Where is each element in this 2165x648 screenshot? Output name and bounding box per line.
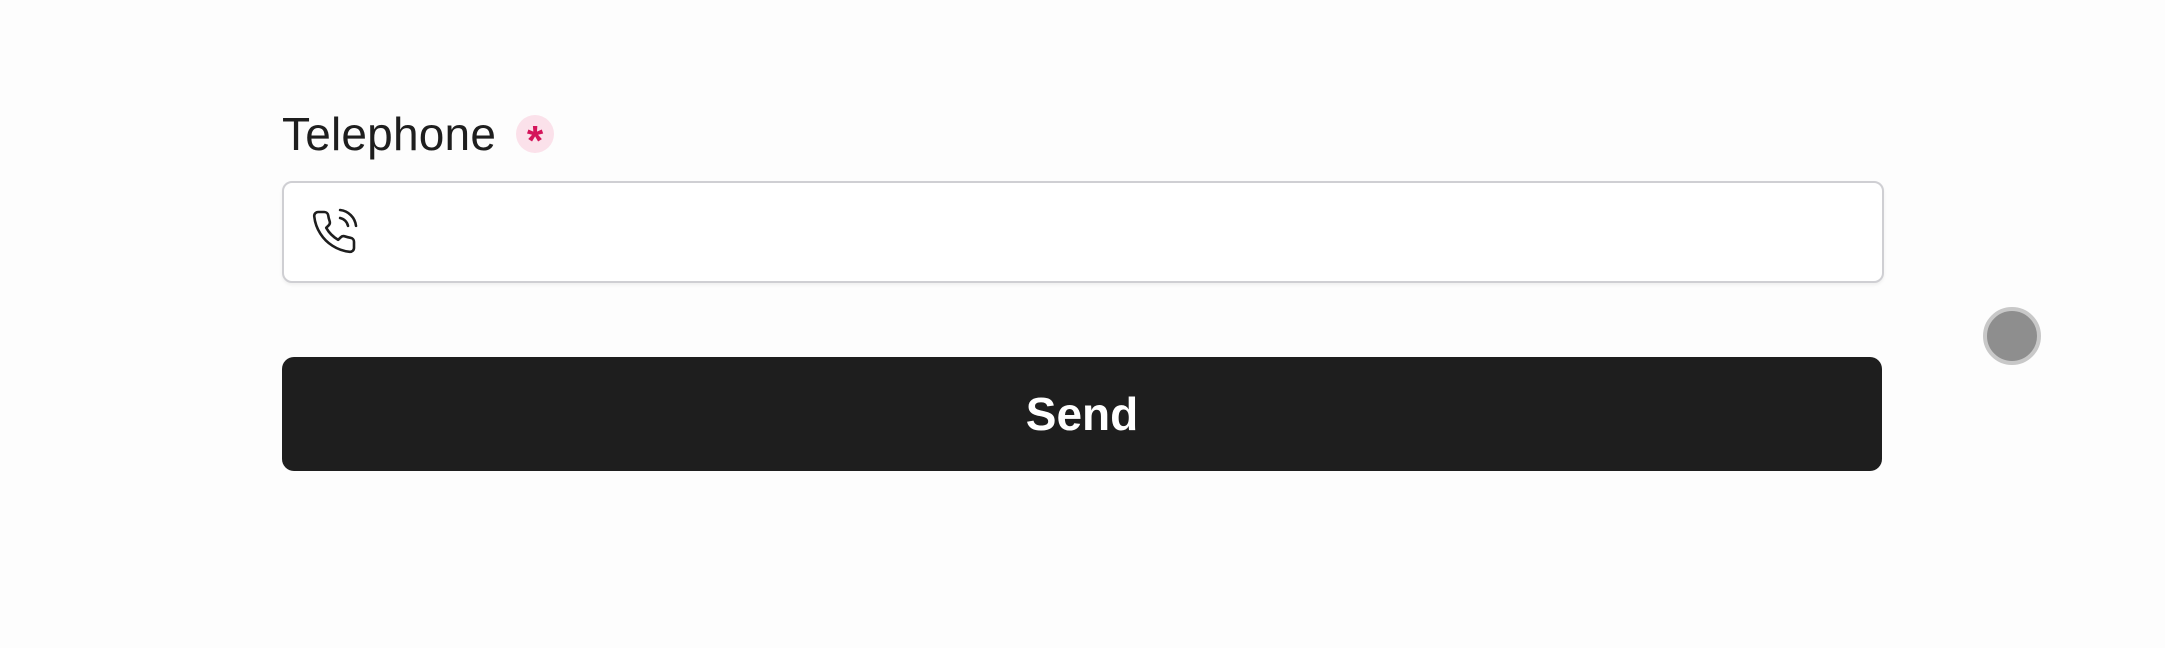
floating-action-dot[interactable] — [1983, 307, 2041, 365]
telephone-field[interactable] — [282, 181, 1884, 283]
contact-form: Telephone * Send — [282, 100, 1884, 471]
required-badge: * — [516, 115, 555, 162]
telephone-input[interactable] — [358, 183, 1882, 281]
telephone-label-row: Telephone * — [282, 100, 1882, 168]
required-asterisk: * — [526, 117, 544, 164]
send-button[interactable]: Send — [282, 357, 1882, 471]
telephone-label: Telephone — [282, 108, 497, 160]
phone-call-icon — [312, 208, 358, 254]
